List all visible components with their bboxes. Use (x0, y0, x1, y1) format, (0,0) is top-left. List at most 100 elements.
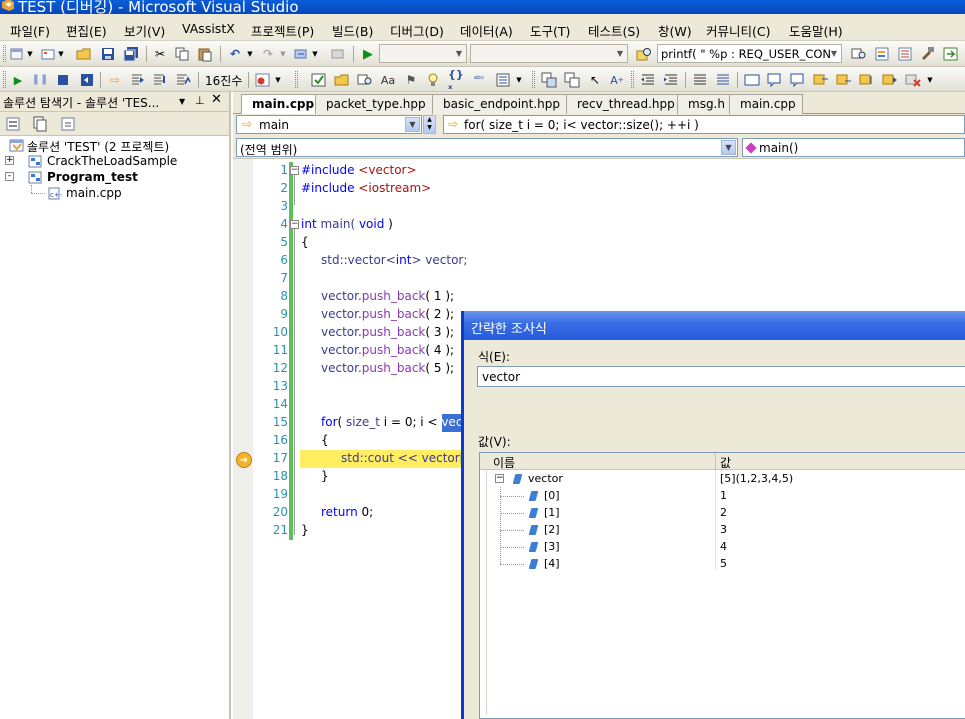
redo-icon[interactable]: ↷ (260, 46, 276, 62)
dialog-title-bar[interactable]: 간략한 조사식 (464, 311, 965, 340)
member-combo[interactable]: ⇨ for( size_t i = 0; i< vector::size(); … (443, 115, 965, 134)
menu-build[interactable]: 빌드(B) (332, 21, 373, 40)
break-all-icon[interactable]: ❚❚ (32, 72, 49, 88)
add-project-icon[interactable] (9, 46, 25, 62)
menu-file[interactable]: 파일(F) (10, 21, 50, 40)
restart-icon[interactable] (79, 72, 95, 88)
decrease-indent-icon[interactable] (640, 72, 656, 88)
watch-row[interactable]: [4] 5 (480, 556, 965, 573)
list-members-icon[interactable] (495, 72, 511, 88)
menu-debug[interactable]: 디버그(D) (390, 21, 444, 40)
menu-project[interactable]: 프로젝트(P) (251, 21, 314, 40)
bookmark-icon[interactable]: ⚑ (403, 72, 419, 88)
spell-check-icon[interactable]: ᵃᵇᶜ (471, 72, 487, 88)
watch-row[interactable]: [1] 2 (480, 505, 965, 522)
find-in-files-icon[interactable]: Aa (380, 72, 396, 88)
tab-packet-type-hpp[interactable]: packet_type.hpp (315, 94, 433, 114)
watch-row[interactable]: [3] 4 (480, 539, 965, 556)
solution-explorer-icon[interactable] (874, 46, 890, 62)
tab-recv-thread-hpp[interactable]: recv_thread.hpp (566, 94, 682, 114)
step-into-icon[interactable] (130, 72, 146, 88)
cut-icon[interactable]: ✂ (152, 46, 168, 62)
menu-test[interactable]: 테스트(S) (588, 21, 640, 40)
menu-help[interactable]: 도움말(H) (789, 21, 843, 40)
paste-icon[interactable] (197, 46, 213, 62)
collapse-icon[interactable]: - (5, 172, 14, 181)
navigate-forward-icon[interactable] (330, 46, 346, 62)
bookmark-next-icon[interactable] (836, 72, 852, 88)
menu-data[interactable]: 데이터(A) (460, 21, 513, 40)
find-icon[interactable] (357, 72, 373, 88)
global-scope-combo[interactable]: (전역 범위) ▼ (236, 138, 738, 157)
comment-icon[interactable] (767, 72, 783, 88)
column-name-header[interactable]: 이름 (493, 454, 515, 471)
menu-community[interactable]: 커뮤니티(C) (706, 21, 770, 40)
stop-debugging-icon[interactable] (55, 72, 71, 88)
find-in-files-icon[interactable] (636, 46, 652, 62)
scope-spinner[interactable]: ▲ ▼ (423, 115, 436, 134)
scope-combo[interactable]: ⇨ main ▼ (236, 115, 422, 134)
close-icon[interactable]: ✕ (211, 92, 222, 107)
watch-grid[interactable]: 이름 값 − vector [5](1,2,3,4,5) [0] 1 [1] 2 (479, 452, 965, 719)
navigate-backward-icon[interactable] (293, 46, 309, 62)
tab-basic-endpoint-hpp[interactable]: basic_endpoint.hpp (432, 94, 568, 114)
find-combo[interactable]: printf( " %p : REQ_USER_CON ▼ (657, 44, 842, 63)
collapse-icon[interactable]: − (495, 474, 504, 483)
bookmark-prev-icon[interactable] (813, 72, 829, 88)
watch-row[interactable]: − vector [5](1,2,3,4,5) (480, 471, 965, 488)
collapse-icon[interactable]: − (290, 220, 299, 229)
breakpoints-window-icon[interactable] (255, 72, 271, 88)
tab-main-cpp-2[interactable]: main.cpp (729, 94, 803, 114)
save-all-icon[interactable] (123, 46, 139, 62)
bookmark-next-folder-icon[interactable] (882, 72, 898, 88)
toolbar-grip[interactable] (3, 45, 6, 62)
menu-tools[interactable]: 도구(T) (530, 21, 570, 40)
dropdown-arrow-icon[interactable]: ▼ (26, 46, 34, 62)
column-value-header[interactable]: 값 (720, 454, 731, 471)
debug-location-icon[interactable] (311, 72, 327, 88)
menu-window[interactable]: 창(W) (658, 21, 692, 40)
comment-out-icon[interactable] (692, 72, 708, 88)
text-size-icon[interactable]: A + (609, 72, 625, 88)
properties-icon[interactable] (5, 116, 21, 132)
solution-platform-combo[interactable]: ▼ (470, 44, 628, 63)
comment-icon[interactable] (790, 72, 806, 88)
properties-icon[interactable] (897, 46, 913, 62)
collapse-icon[interactable]: − (290, 166, 299, 175)
object-browser-icon[interactable] (564, 72, 580, 88)
start-debugging-icon[interactable]: ▶ (360, 46, 376, 62)
step-over-icon[interactable] (152, 72, 168, 88)
find-icon[interactable] (851, 46, 867, 62)
expression-input[interactable]: vector (477, 366, 965, 387)
folder-icon[interactable] (334, 72, 350, 88)
dropdown-arrow-icon[interactable]: ▼ (57, 46, 65, 62)
class-view-icon[interactable] (541, 72, 557, 88)
undo-icon[interactable]: ↶ (227, 46, 243, 62)
dropdown-arrow-icon[interactable]: ▼ (246, 46, 254, 62)
function-combo[interactable]: main() (742, 138, 965, 157)
open-folder-icon[interactable] (76, 46, 92, 62)
save-icon[interactable] (100, 46, 116, 62)
intellisense-icon[interactable]: {}ₓ (448, 69, 464, 91)
tab-msg-h[interactable]: msg.h (677, 94, 732, 114)
solution-config-combo[interactable]: ▼ (379, 44, 467, 63)
dropdown-arrow-icon[interactable]: ▼ (311, 46, 319, 62)
watch-row[interactable]: [0] 1 (480, 488, 965, 505)
pin-icon[interactable]: ⊥ (195, 94, 205, 107)
lightbulb-icon[interactable] (425, 72, 441, 88)
watch-row[interactable]: [2] 3 (480, 522, 965, 539)
add-item-icon[interactable] (40, 46, 56, 62)
increase-indent-icon[interactable] (663, 72, 679, 88)
tab-main-cpp[interactable]: main.cpp (241, 94, 322, 115)
dropdown-arrow-icon[interactable]: ▼ (926, 72, 934, 88)
clear-bookmarks-icon[interactable] (905, 72, 921, 88)
show-next-statement-icon[interactable]: ⇨ (107, 72, 123, 88)
menu-view[interactable]: 보기(V) (124, 21, 165, 40)
start-page-icon[interactable] (943, 46, 959, 62)
dropdown-arrow-icon[interactable]: ▼ (279, 46, 287, 62)
bookmark-folder-icon[interactable] (859, 72, 875, 88)
show-all-files-icon[interactable] (32, 116, 48, 132)
hexadecimal-toggle[interactable]: 16진수 (205, 72, 242, 89)
dropdown-arrow-icon[interactable]: ▼ (274, 72, 282, 88)
expand-icon[interactable]: + (5, 156, 14, 165)
